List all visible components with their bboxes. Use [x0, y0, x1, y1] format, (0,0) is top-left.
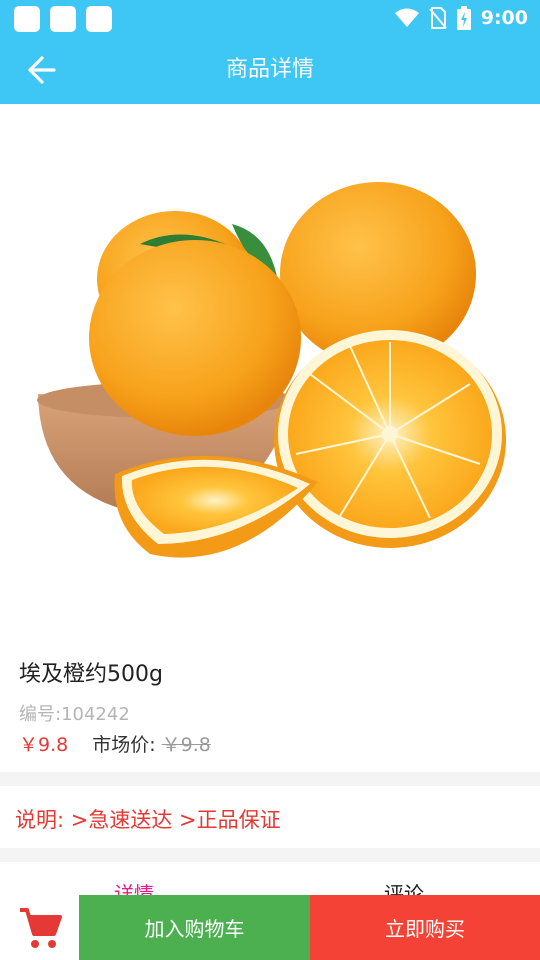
market-price-label: 市场价: [92, 734, 156, 756]
no-sim-icon [428, 7, 447, 29]
back-button[interactable] [22, 54, 62, 86]
buy-now-button[interactable]: 立即购买 [310, 895, 540, 960]
divider [0, 772, 540, 786]
product-price: ￥9.8 [19, 734, 69, 756]
notification-icon [86, 6, 112, 32]
page-title: 商品详情 [225, 57, 314, 82]
wifi-icon [394, 8, 419, 27]
status-icons: 9:00 [394, 0, 528, 36]
notification-icon [14, 6, 40, 32]
product-name: 埃及橙约500g [19, 662, 163, 687]
bottom-action-bar: 加入购物车 立即购买 [0, 895, 540, 960]
product-image[interactable] [0, 104, 540, 640]
app-bar: 商品详情 [0, 36, 540, 104]
battery-charging-icon [456, 6, 471, 30]
cart-button[interactable] [0, 895, 79, 960]
market-price: ￥9.8 [161, 734, 211, 756]
divider [0, 848, 540, 862]
arrow-left-icon [28, 56, 56, 84]
product-code: 编号:104242 [19, 704, 130, 725]
orange-fruit-photo [37, 182, 506, 558]
notification-icon [50, 6, 76, 32]
delivery-description: 说明: >急速送达 >正品保证 [15, 808, 281, 832]
shopping-cart-icon [19, 907, 62, 948]
status-bar: 9:00 [0, 0, 540, 36]
add-to-cart-button[interactable]: 加入购物车 [79, 895, 310, 960]
status-time: 9:00 [480, 7, 528, 29]
price-row: ￥9.8 市场价: ￥9.8 [19, 730, 211, 757]
